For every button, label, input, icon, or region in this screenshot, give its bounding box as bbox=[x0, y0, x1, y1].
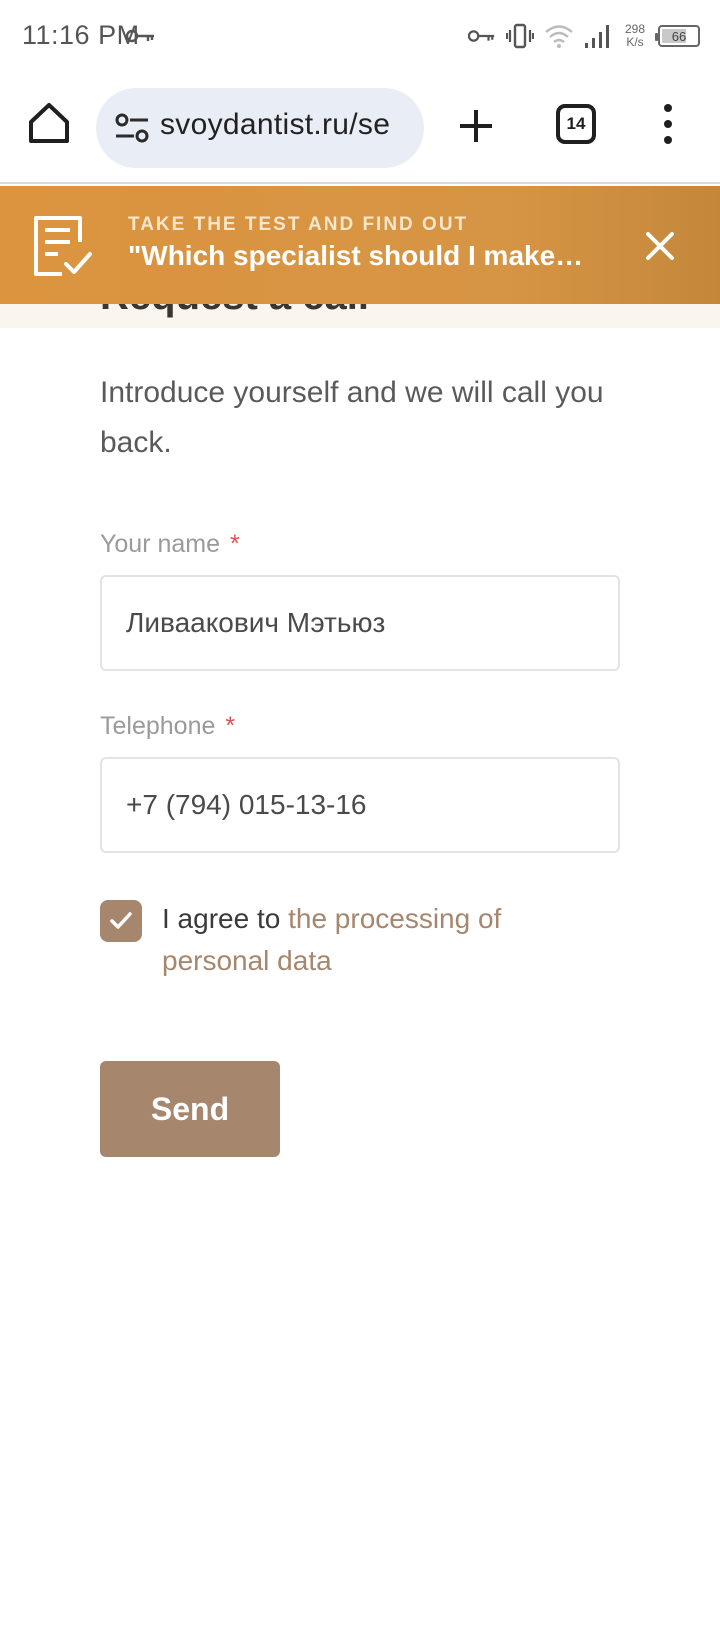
more-vert-icon[interactable] bbox=[656, 100, 680, 148]
address-bar[interactable]: svoydantist.ru/se bbox=[96, 88, 424, 168]
consent-checkbox[interactable] bbox=[100, 900, 142, 942]
status-icons: 298 K/s 66 bbox=[468, 18, 700, 54]
name-field[interactable] bbox=[100, 575, 620, 671]
banner-headline[interactable]: "Which specialist should I make an appoi… bbox=[128, 240, 588, 272]
phone-field[interactable] bbox=[100, 757, 620, 853]
required-mark: * bbox=[230, 530, 240, 558]
url-text[interactable]: svoydantist.ru/se bbox=[160, 108, 390, 142]
send-button[interactable]: Send bbox=[100, 1061, 280, 1157]
tabs-button[interactable]: 14 bbox=[556, 104, 596, 144]
plus-icon[interactable] bbox=[454, 104, 498, 148]
vpn-key-icon bbox=[126, 29, 154, 43]
document-check-icon bbox=[34, 216, 92, 276]
banner-kicker: TAKE THE TEST AND FIND OUT bbox=[128, 214, 469, 235]
battery-level: 66 bbox=[671, 28, 687, 44]
battery-icon: 66 bbox=[655, 25, 700, 47]
tune-icon[interactable] bbox=[114, 112, 150, 144]
signal-icon bbox=[585, 25, 609, 48]
phone-label: Telephone * bbox=[100, 712, 236, 740]
status-bar: 11:16 PM 298 K/s 66 bbox=[0, 0, 720, 72]
browser-toolbar: svoydantist.ru/se 14 bbox=[0, 72, 720, 184]
quiz-banner[interactable]: TAKE THE TEST AND FIND OUT "Which specia… bbox=[0, 186, 720, 304]
net-speed: 298 K/s bbox=[624, 22, 646, 49]
wifi-icon bbox=[545, 25, 573, 48]
consent-text: I agree to the processing of personal da… bbox=[162, 903, 502, 976]
name-label: Your name * bbox=[100, 530, 240, 558]
checkmark-icon bbox=[110, 912, 132, 929]
vpn-key-icon bbox=[468, 30, 495, 42]
vibrate-icon bbox=[506, 23, 534, 49]
status-time: 11:16 PM bbox=[22, 20, 140, 50]
home-icon[interactable] bbox=[26, 100, 72, 146]
tab-count: 14 bbox=[566, 114, 586, 133]
required-mark: * bbox=[225, 712, 236, 740]
close-icon[interactable] bbox=[640, 226, 680, 266]
intro-text: Introduce yourself and we will call you … bbox=[100, 376, 604, 459]
